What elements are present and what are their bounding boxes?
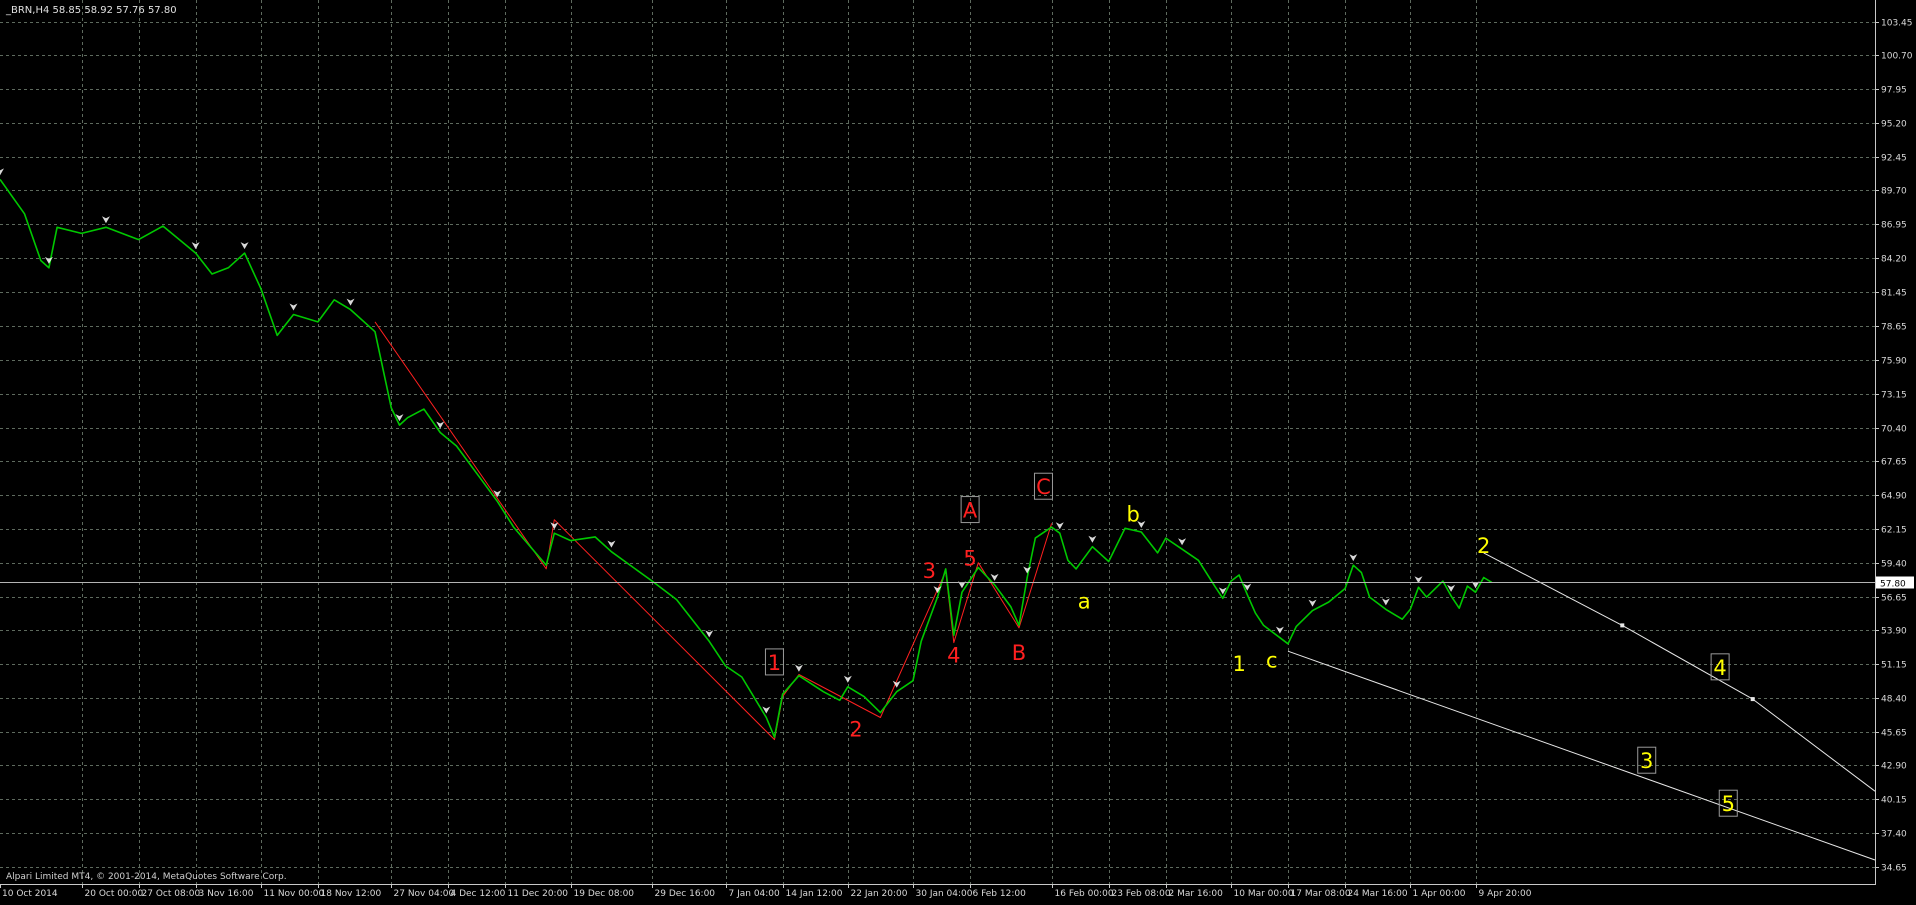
wave-label: 3 bbox=[923, 559, 936, 583]
wave-label: 4 bbox=[947, 644, 960, 668]
projection-point bbox=[1620, 623, 1625, 628]
price-tick-label: 51.15 bbox=[1881, 661, 1907, 671]
time-tick-label: 27 Nov 04:00 bbox=[394, 889, 455, 899]
wave-label: 5 bbox=[963, 546, 976, 570]
price-tick-label: 89.70 bbox=[1881, 187, 1907, 197]
time-tick-label: 14 Jan 12:00 bbox=[786, 889, 843, 899]
time-tick-label: 23 Feb 08:00 bbox=[1112, 889, 1171, 899]
projection-point bbox=[1750, 697, 1755, 702]
time-tick-label: 19 Dec 08:00 bbox=[574, 889, 635, 899]
wave-label: 3 bbox=[1640, 749, 1653, 773]
price-tick-label: 64.90 bbox=[1881, 492, 1907, 502]
price-tick-label: 78.65 bbox=[1881, 323, 1907, 333]
time-tick-label: 18 Nov 12:00 bbox=[321, 889, 382, 899]
wave-label: 5 bbox=[1722, 792, 1735, 816]
time-tick-label: 2 Mar 16:00 bbox=[1169, 889, 1224, 899]
price-tick-label: 92.45 bbox=[1881, 154, 1907, 164]
wave-label: 1 bbox=[768, 651, 781, 675]
time-tick-label: 11 Dec 20:00 bbox=[508, 889, 569, 899]
time-tick-label: 4 Dec 12:00 bbox=[451, 889, 506, 899]
wave-label: b bbox=[1126, 502, 1139, 526]
price-tick-label: 73.15 bbox=[1881, 391, 1907, 401]
price-tick-label: 100.70 bbox=[1881, 52, 1913, 62]
time-tick-label: 1 Apr 00:00 bbox=[1413, 889, 1466, 899]
time-tick-label: 29 Dec 16:00 bbox=[655, 889, 716, 899]
time-tick-label: 9 Apr 20:00 bbox=[1479, 889, 1532, 899]
time-tick-label: 30 Jan 04:00 bbox=[916, 889, 973, 899]
price-tick-label: 40.15 bbox=[1881, 796, 1907, 806]
time-tick-label: 6 Feb 12:00 bbox=[973, 889, 1027, 899]
time-tick-label: 20 Oct 00:00 bbox=[85, 889, 144, 899]
time-tick-label: 7 Jan 04:00 bbox=[729, 889, 781, 899]
wave-label: B bbox=[1012, 641, 1026, 665]
price-tick-label: 59.40 bbox=[1881, 560, 1907, 570]
price-tick-label: 48.40 bbox=[1881, 695, 1907, 705]
wave-label: 4 bbox=[1713, 656, 1726, 680]
time-tick-label: 24 Mar 16:00 bbox=[1348, 889, 1408, 899]
time-tick-label: 10 Mar 00:00 bbox=[1234, 889, 1294, 899]
wave-label: 1 bbox=[1232, 652, 1245, 676]
price-tick-label: 56.65 bbox=[1881, 594, 1907, 604]
price-tick-label: 45.65 bbox=[1881, 729, 1907, 739]
time-tick-label: 22 Jan 20:00 bbox=[851, 889, 908, 899]
wave-label: 2 bbox=[849, 717, 862, 741]
price-tick-label: 53.90 bbox=[1881, 627, 1907, 637]
wave-label: 2 bbox=[1477, 534, 1490, 558]
price-tick-label: 42.90 bbox=[1881, 762, 1907, 772]
price-chart[interactable]: 103.45 100.70 97.95 95.20 92.45 89.70 86.95 84.… bbox=[0, 0, 1916, 901]
price-tick-label: 34.65 bbox=[1881, 864, 1907, 874]
price-tick-label: 67.65 bbox=[1881, 458, 1907, 468]
time-tick-label: 11 Nov 00:00 bbox=[264, 889, 325, 899]
price-tick-label: 97.95 bbox=[1881, 86, 1907, 96]
current-price-label: 57.80 bbox=[1880, 580, 1906, 590]
time-tick-label: 3 Nov 16:00 bbox=[199, 889, 254, 899]
time-tick-label: 10 Oct 2014 bbox=[2, 889, 58, 899]
symbol-info-header: _BRN,H4 58.85 58.92 57.76 57.80 bbox=[5, 5, 177, 16]
mt4-chart-window[interactable]: 103.45 100.70 97.95 95.20 92.45 89.70 86.95 84.… bbox=[0, 0, 1916, 901]
price-tick-label: 95.20 bbox=[1881, 120, 1907, 130]
time-tick-label: 27 Oct 08:00 bbox=[142, 889, 201, 899]
time-tick-label: 17 Mar 08:00 bbox=[1291, 889, 1351, 899]
price-tick-label: 86.95 bbox=[1881, 221, 1907, 231]
wave-label: A bbox=[963, 499, 978, 523]
price-tick-label: 75.90 bbox=[1881, 357, 1907, 367]
wave-label: a bbox=[1078, 589, 1091, 613]
price-tick-label: 81.45 bbox=[1881, 289, 1907, 299]
price-tick-label: 37.40 bbox=[1881, 830, 1907, 840]
price-tick-label: 62.15 bbox=[1881, 526, 1907, 536]
price-tick-label: 84.20 bbox=[1881, 255, 1907, 265]
price-tick-label: 70.40 bbox=[1881, 425, 1907, 435]
wave-label: C bbox=[1036, 475, 1051, 499]
wave-label: c bbox=[1266, 648, 1278, 672]
copyright-text: Alpari Limited MT4, © 2001-2014, MetaQuo… bbox=[6, 872, 287, 882]
time-tick-label: 16 Feb 00:00 bbox=[1055, 889, 1114, 899]
price-tick-label: 103.45 bbox=[1881, 19, 1913, 29]
